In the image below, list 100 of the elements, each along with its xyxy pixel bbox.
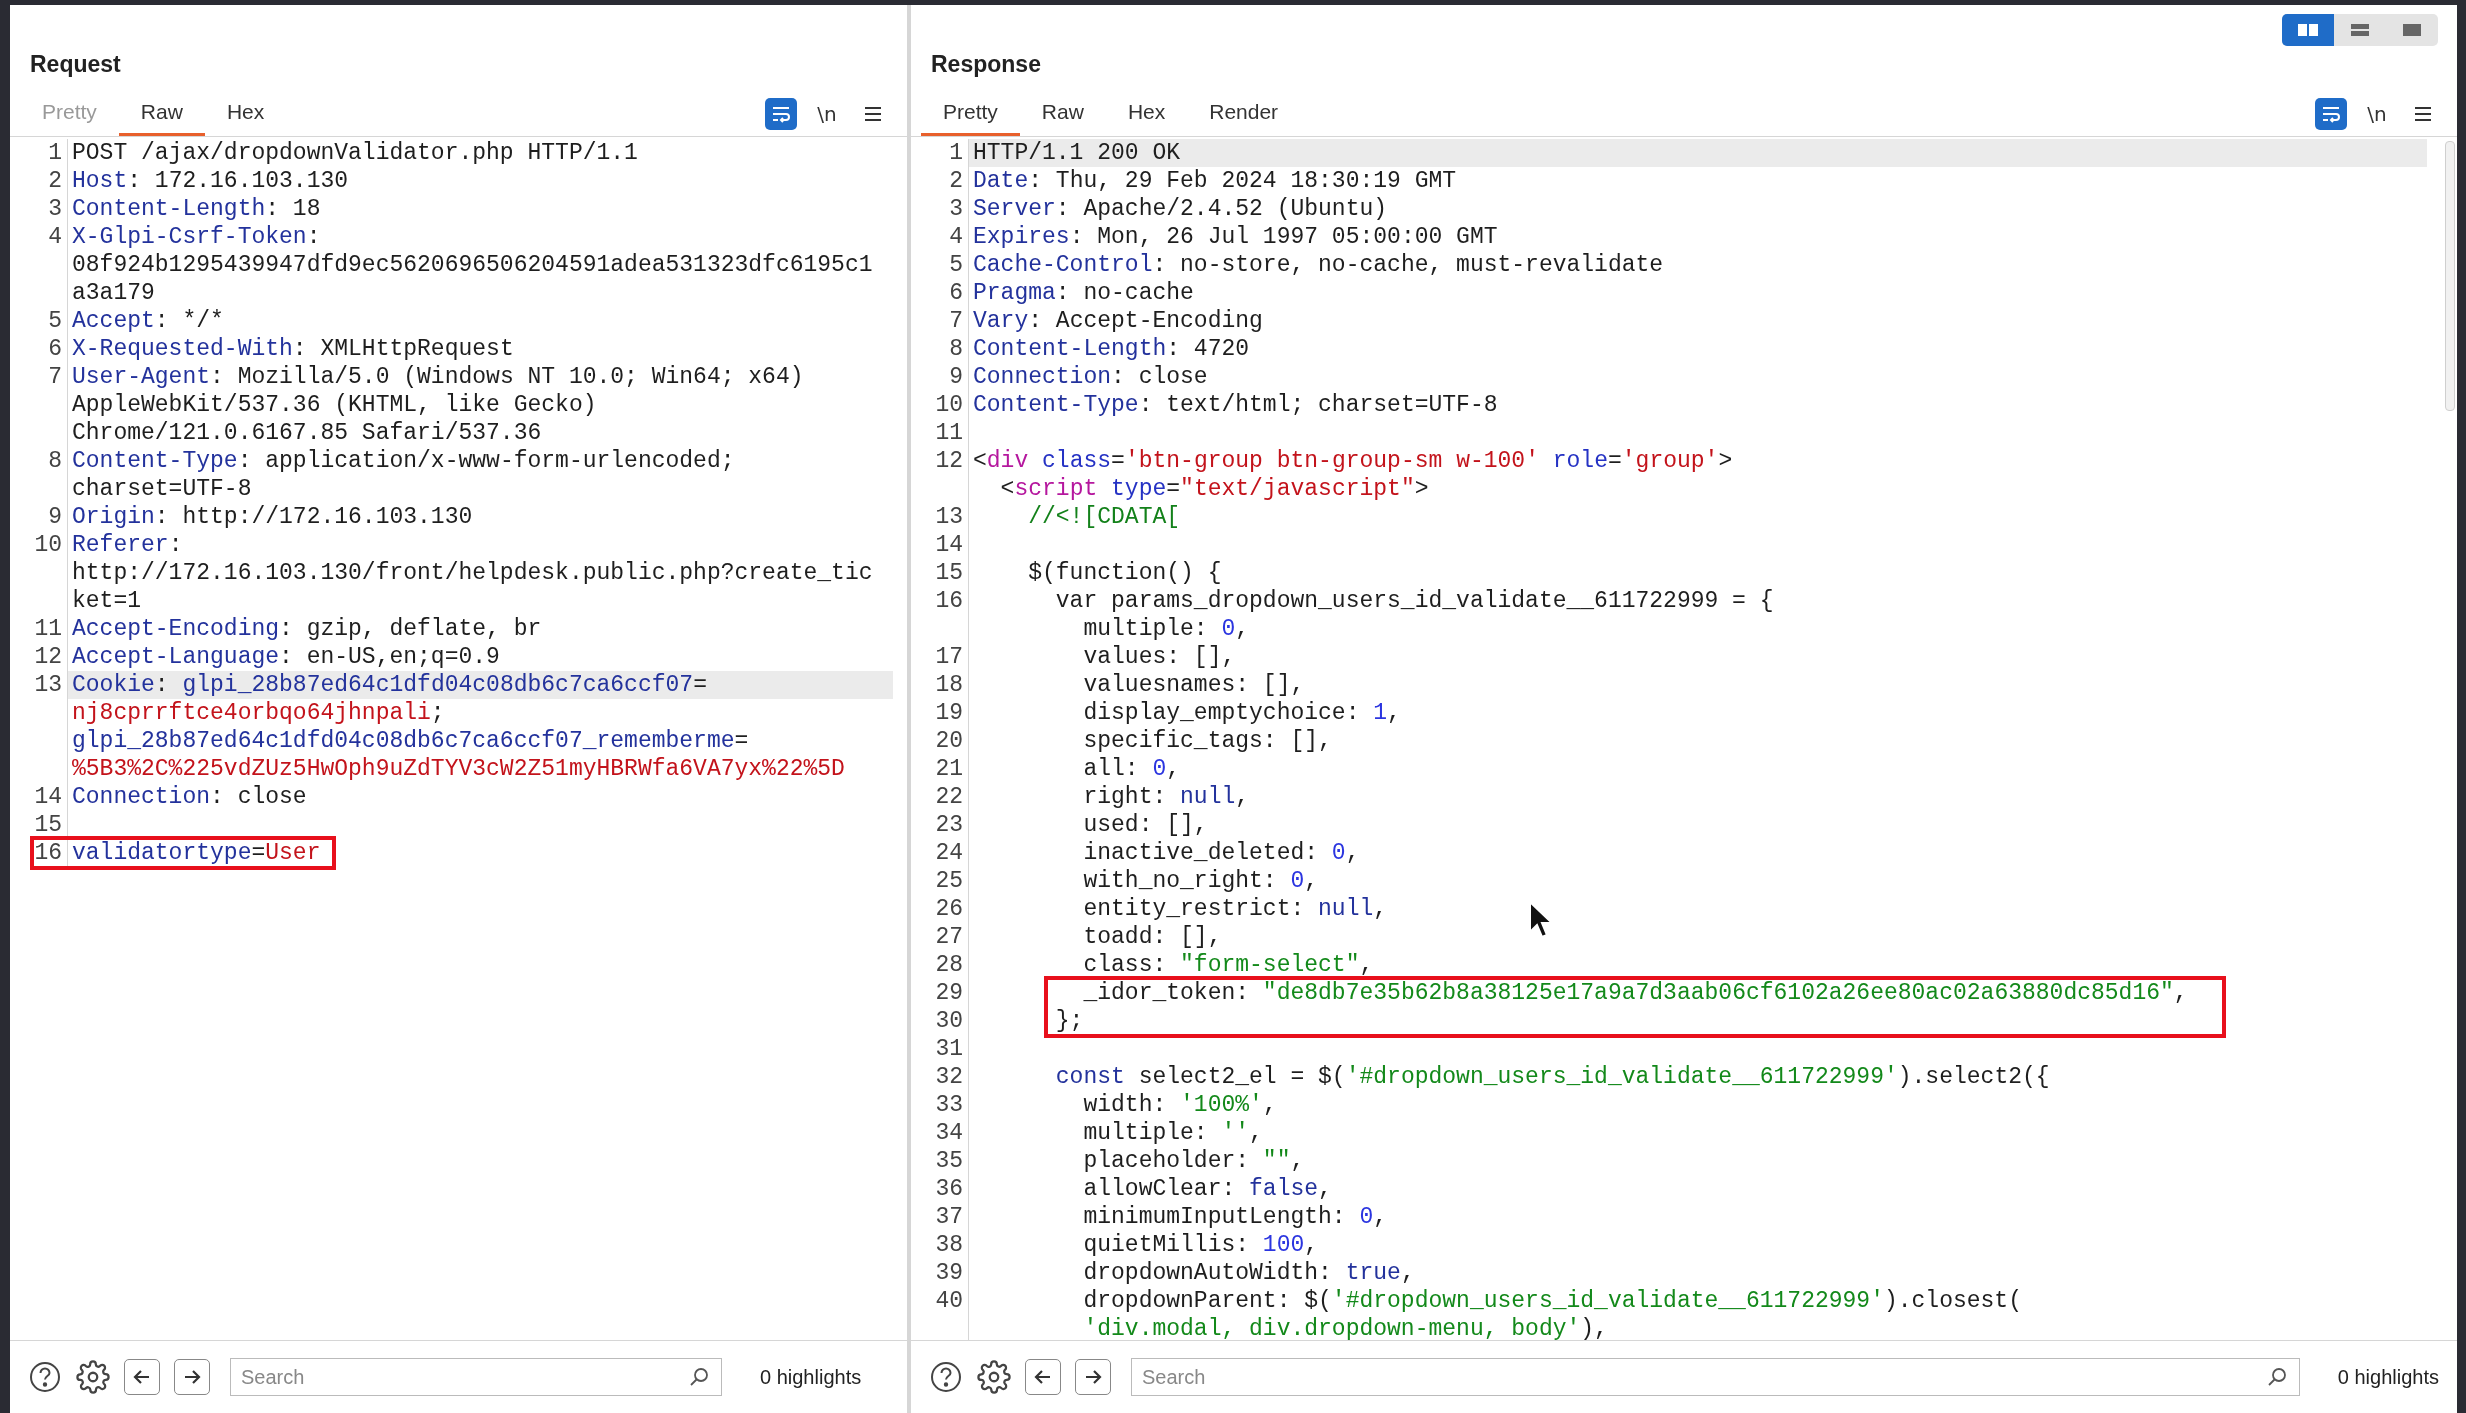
help-icon[interactable] xyxy=(929,1360,963,1394)
line-number: 34 xyxy=(935,1120,963,1146)
line-number: 2 xyxy=(949,168,963,194)
code-line: <script type="text/javascript"> xyxy=(999,476,1429,502)
line-number: 9 xyxy=(949,364,963,390)
code-line: entity_restrict: null, xyxy=(1082,896,1388,922)
code-line: toadd: [], xyxy=(1082,924,1222,950)
wrap-lines-button[interactable] xyxy=(765,97,797,130)
view-tab[interactable]: Hex xyxy=(204,91,287,136)
code-line: Cache-Control: no-store, no-cache, must-revalidate xyxy=(973,252,1664,278)
line-number: 5 xyxy=(949,252,963,278)
code-line: quietMillis: 100, xyxy=(1082,1232,1319,1258)
code-line: <div class='btn-group btn-group-sm w-100' role='group'> xyxy=(973,448,1733,474)
line-number: 7 xyxy=(48,364,62,390)
search-field[interactable]: Search xyxy=(230,1358,722,1396)
line-number: 24 xyxy=(935,840,963,866)
code-line: valuesnames: [], xyxy=(1082,672,1305,698)
line-number: 1 xyxy=(48,140,62,166)
line-number: 27 xyxy=(935,924,963,950)
code-line: right: null, xyxy=(1082,784,1250,810)
code-line: Content-Length: 18 xyxy=(72,196,321,222)
line-number: 7 xyxy=(949,308,963,334)
line-number: 1 xyxy=(949,140,963,166)
code-line: $(function() { xyxy=(1027,560,1222,586)
help-icon[interactable] xyxy=(28,1360,62,1394)
line-number: 3 xyxy=(48,196,62,222)
line-number: 17 xyxy=(935,644,963,670)
code-line: allowClear: false, xyxy=(1082,1176,1332,1202)
code-line: Connection: close xyxy=(973,364,1208,390)
code-line: Accept-Language: en-US,en;q=0.9 xyxy=(72,644,500,670)
code-line: http://172.16.103.130/front/helpdesk.public.php?create_tic xyxy=(72,560,873,586)
code-line: minimumInputLength: 0, xyxy=(1082,1204,1388,1230)
code-line: class: "form-select", xyxy=(1082,952,1374,978)
highlights-count: 0 highlights xyxy=(2337,1365,2439,1390)
view-tab[interactable]: Raw xyxy=(1019,91,1106,136)
line-number: 15 xyxy=(34,812,62,838)
view-tab[interactable]: Raw xyxy=(118,91,205,136)
code-line: placeholder: "", xyxy=(1082,1148,1305,1174)
code-line: specific_tags: [], xyxy=(1082,728,1332,754)
line-number: 12 xyxy=(34,644,62,670)
line-number: 14 xyxy=(34,784,62,810)
code-line: //<![CDATA[ xyxy=(1027,504,1181,530)
code-line: Expires: Mon, 26 Jul 1997 05:00:00 GMT xyxy=(973,224,1498,250)
line-number: 11 xyxy=(34,616,62,642)
code-line: Origin: http://172.16.103.130 xyxy=(72,504,473,530)
line-number: 13 xyxy=(34,672,62,698)
line-number: 4 xyxy=(949,224,963,250)
code-line: a3a179 xyxy=(72,280,155,306)
line-number: 16 xyxy=(34,840,62,866)
view-tab[interactable]: Hex xyxy=(1105,91,1188,136)
menu-icon xyxy=(2413,104,2433,123)
code-line: AppleWebKit/537.36 (KHTML, like Gecko) xyxy=(72,392,597,418)
code-line: X-Requested-With: XMLHttpRequest xyxy=(72,336,514,362)
line-number: 10 xyxy=(935,392,963,418)
code-line: width: '100%', xyxy=(1082,1092,1277,1118)
layout-toggle-button[interactable] xyxy=(2282,14,2334,46)
code-line: multiple: '', xyxy=(1082,1120,1263,1146)
code-line: Cookie: glpi_28b87ed64c1dfd04c08db6c7ca6ccf07= xyxy=(72,672,707,698)
line-number: 6 xyxy=(949,280,963,306)
view-tab[interactable]: Render xyxy=(1187,91,1301,136)
line-number: 37 xyxy=(935,1204,963,1230)
line-number: 40 xyxy=(935,1288,963,1314)
code-line: Connection: close xyxy=(72,784,307,810)
line-number: 9 xyxy=(48,504,62,530)
back-button[interactable] xyxy=(1025,1359,1061,1395)
newlines-button[interactable]: \n xyxy=(811,97,843,130)
forward-button[interactable] xyxy=(1075,1359,1111,1395)
view-tab[interactable]: Pretty xyxy=(921,91,1020,136)
code-line: Content-Type: text/html; charset=UTF-8 xyxy=(973,392,1498,418)
line-number: 26 xyxy=(935,896,963,922)
forward-button[interactable] xyxy=(174,1359,210,1395)
code-line: Date: Thu, 29 Feb 2024 18:30:19 GMT xyxy=(973,168,1457,194)
wrap-lines-button[interactable] xyxy=(2315,97,2347,130)
code-line: Content-Length: 4720 xyxy=(973,336,1250,362)
scrollbar[interactable] xyxy=(2445,141,2455,411)
line-number: 8 xyxy=(949,336,963,362)
line-number: 19 xyxy=(935,700,963,726)
newlines-button[interactable]: \n xyxy=(2361,97,2393,130)
line-number: 20 xyxy=(935,728,963,754)
line-number: 35 xyxy=(935,1148,963,1174)
code-line: glpi_28b87ed64c1dfd04c08db6c7ca6ccf07_rememberme= xyxy=(72,728,749,754)
code-line: charset=UTF-8 xyxy=(72,476,252,502)
line-number: 3 xyxy=(949,196,963,222)
code-line: all: 0, xyxy=(1082,756,1181,782)
split-columns-icon xyxy=(2297,22,2319,38)
code-line: Vary: Accept-Encoding xyxy=(973,308,1263,334)
code-line: validatortype=User xyxy=(72,840,321,866)
search-field[interactable]: Search xyxy=(1131,1358,2300,1396)
code-line: used: [], xyxy=(1082,812,1208,838)
back-button[interactable] xyxy=(124,1359,160,1395)
code-line: Host: 172.16.103.130 xyxy=(72,168,349,194)
code-line: dropdownParent: $('#dropdown_users_id_validate__611722999').closest( xyxy=(1082,1288,2022,1314)
code-line: dropdownAutoWidth: true, xyxy=(1082,1260,1415,1286)
code-line: Accept-Encoding: gzip, deflate, br xyxy=(72,616,542,642)
settings-icon[interactable] xyxy=(977,1360,1011,1394)
line-number: 2 xyxy=(48,168,62,194)
line-number: 6 xyxy=(48,336,62,362)
line-number: 22 xyxy=(935,784,963,810)
line-number: 29 xyxy=(935,980,963,1006)
settings-icon[interactable] xyxy=(76,1360,110,1394)
